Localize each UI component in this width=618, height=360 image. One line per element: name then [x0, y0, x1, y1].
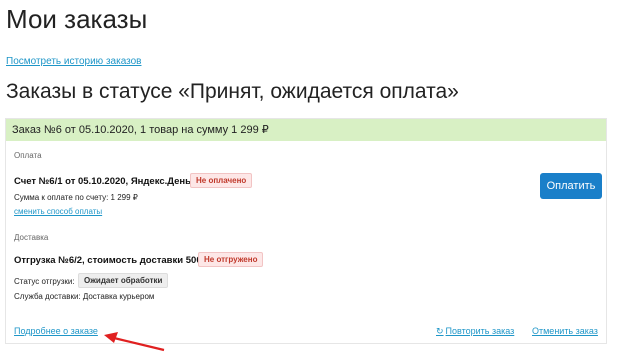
- arrow-annotation-icon: [104, 332, 165, 352]
